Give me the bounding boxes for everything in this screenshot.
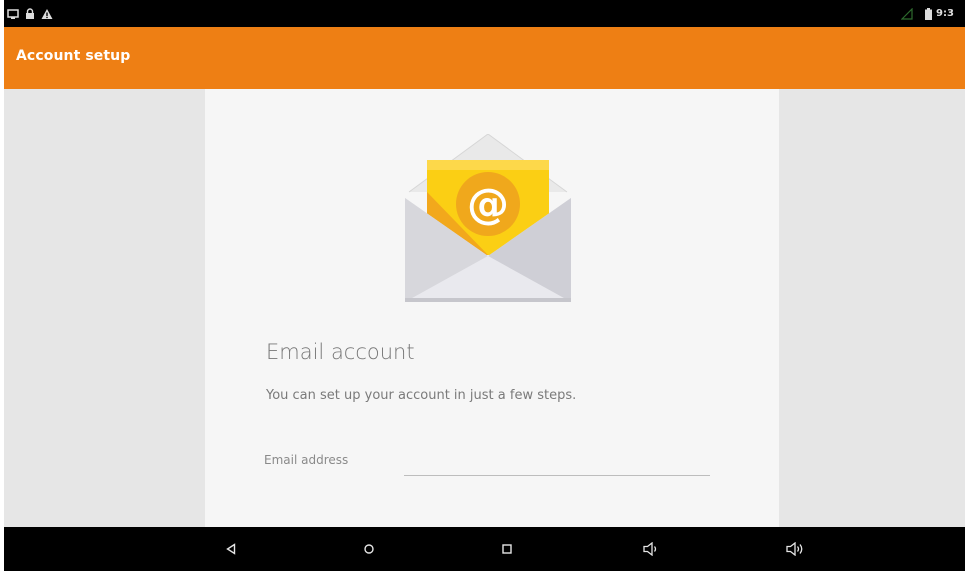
email-envelope-icon: @	[405, 133, 571, 302]
back-icon[interactable]	[209, 527, 253, 571]
svg-text:@: @	[467, 179, 509, 228]
volume-down-icon[interactable]	[630, 527, 674, 571]
navigation-bar	[4, 527, 965, 571]
setup-card: @ Email account You can set up your acco…	[205, 89, 779, 527]
battery-icon	[925, 0, 932, 27]
recents-icon[interactable]	[485, 527, 529, 571]
page-subtitle: You can set up your account in just a fe…	[266, 388, 577, 403]
app-bar-title: Account setup	[16, 48, 131, 64]
page-title: Email account	[266, 340, 415, 364]
signal-icon	[901, 0, 913, 27]
setup-content: @ Email account You can set up your acco…	[4, 89, 965, 527]
status-time: 9:3	[936, 8, 954, 19]
lock-icon	[25, 0, 35, 27]
email-field[interactable]	[404, 444, 710, 476]
volume-up-icon[interactable]	[774, 527, 818, 571]
warning-icon	[41, 0, 53, 27]
status-bar: 9:3	[4, 0, 965, 27]
email-field-label: Email address	[264, 453, 349, 467]
app-bar: Account setup	[4, 27, 965, 89]
home-icon[interactable]	[347, 527, 391, 571]
screen-icon	[7, 0, 19, 27]
